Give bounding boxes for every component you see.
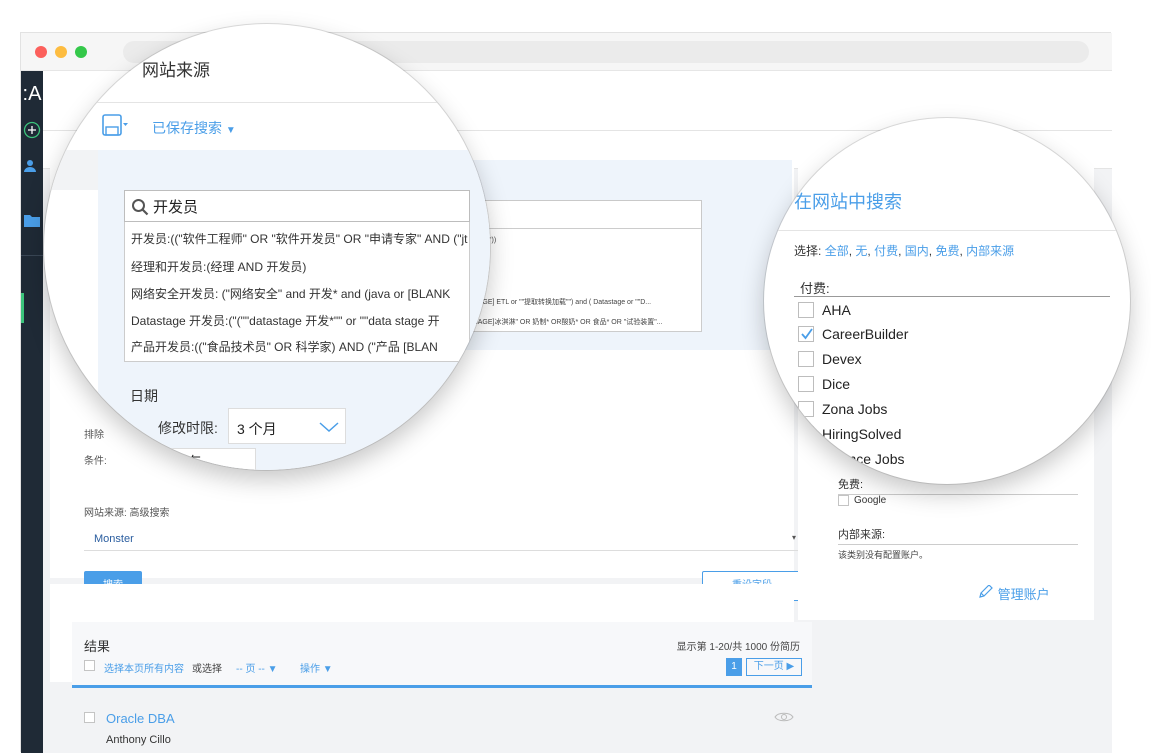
keyword-suggestions-background: avascript")) IN IMAGE] ETL or ""提取转换加载""… (460, 228, 702, 332)
chevron-down-icon (319, 422, 339, 432)
left-magnifier: ◌ 网站来源 已保存搜索 ▼ 开发员 开发员:(("软件工程师" OR "软件开… (44, 24, 490, 470)
select-filter-row: 选择: 全部, 无, 付费, 国内, 免费, 内部来源 (794, 244, 1015, 258)
date-heading: 日期 (130, 388, 158, 404)
minimize-window-icon[interactable] (55, 46, 67, 58)
select-paid-link[interactable]: 付费 (874, 244, 898, 258)
result-checkbox[interactable] (84, 712, 95, 723)
next-page-button[interactable]: 下一页 ▶ (746, 658, 802, 676)
title-divider (44, 102, 490, 103)
chevron-down-icon: ▾ (791, 533, 796, 542)
select-label: 选择: (794, 244, 822, 258)
site-checkbox-devex[interactable] (798, 351, 814, 367)
or-select-label: 或选择 (192, 664, 222, 675)
site-search-title: 在网站中搜索 (794, 192, 902, 212)
condition-value: 显示所有 (145, 454, 201, 470)
actions-menu[interactable]: 操作 ▼ (300, 660, 333, 675)
site-source-label: 网站来源: 高级搜索 (84, 508, 170, 519)
suggestion-item[interactable]: 产品开发员:(("食品技术员" OR 科学家) AND ("产品 [BLAN (131, 338, 438, 355)
current-page[interactable]: 1 (726, 658, 742, 676)
select-none-link[interactable]: 无 (855, 244, 867, 258)
suggestion-item[interactable]: Datastage 开发员:("(""datastage 开发*"" or ""… (131, 312, 440, 329)
suggestion-item[interactable]: 经理和开发员:(经理 AND 开发员) (131, 258, 306, 275)
site-label: AHA (822, 302, 851, 318)
select-domestic-link[interactable]: 国内 (905, 244, 929, 258)
results-header: 结果 选择本页所有内容 或选择 -- 页 -- ▼ 操作 ▼ 显示第 1-20/… (72, 622, 812, 688)
condition-select[interactable]: 显示所有 (136, 448, 256, 470)
page-option: -- 页 -- (236, 664, 265, 675)
modified-label: 修改时限: (158, 420, 218, 436)
app-sidebar: :A (21, 71, 43, 753)
select-all-checkbox[interactable] (84, 660, 95, 671)
site-checkbox-aha[interactable] (798, 302, 814, 318)
site-checkbox-dice[interactable] (798, 376, 814, 392)
modified-value: 3 个月 (237, 421, 277, 437)
results-range: 显示第 1-20/共 1000 份简历 (676, 642, 800, 653)
site-checkbox-rancejobs[interactable] (798, 451, 814, 467)
manage-accounts-label: 管理账户 (997, 587, 1050, 602)
manage-accounts-link[interactable]: 管理账户 (978, 584, 1050, 603)
google-label: Google (854, 495, 887, 506)
result-candidate-name: Anthony Cillo (106, 734, 171, 746)
keyword-search-input[interactable]: 开发员 (124, 190, 470, 222)
actions-label: 操作 (300, 664, 320, 675)
title-divider (764, 230, 1130, 231)
add-icon[interactable] (21, 121, 43, 142)
paid-divider (794, 296, 1110, 297)
select-all-link[interactable]: 全部 (825, 244, 849, 258)
internal-sources-heading: 内部来源: (838, 526, 1078, 545)
right-magnifier: 在网站中搜索 选择: 全部, 无, 付费, 国内, 免费, 内部来源 付费: A… (764, 118, 1130, 484)
users-icon[interactable] (21, 159, 43, 176)
keyword-suggestion-list: 开发员:(("软件工程师" OR "软件开发员" OR "申请专家" AND (… (124, 222, 470, 362)
select-internal-link[interactable]: 内部来源 (966, 244, 1014, 258)
search-icon (132, 199, 149, 216)
google-checkbox[interactable] (838, 495, 849, 506)
pencil-icon (979, 584, 993, 598)
site-label: CareerBuilder (822, 326, 909, 342)
page-title: 网站来源 (142, 61, 210, 80)
save-icon[interactable] (102, 114, 128, 143)
active-indicator (21, 293, 24, 323)
site-label: Devex (822, 351, 862, 367)
close-window-icon[interactable] (35, 46, 47, 58)
site-label: Dice (822, 376, 851, 392)
page-selector[interactable]: -- 页 -- ▼ (236, 660, 278, 675)
site-checkbox-zonajobs[interactable] (798, 401, 814, 417)
site-checkbox-hiringsolved[interactable] (798, 426, 814, 442)
result-title-link[interactable]: Oracle DBA (106, 711, 175, 726)
results-title: 结果 (84, 639, 111, 654)
keyword-value: 开发员 (153, 199, 199, 216)
site-label: HiringSolved (822, 426, 902, 442)
saved-search-dropdown[interactable]: 已保存搜索 ▼ (152, 118, 236, 138)
paid-heading: 付费: (800, 281, 830, 296)
eye-icon[interactable] (774, 710, 794, 728)
modified-select[interactable]: 3 个月 (228, 408, 346, 444)
sidebar-divider (21, 255, 43, 256)
maximize-window-icon[interactable] (75, 46, 87, 58)
site-label: rance Jobs (836, 451, 905, 467)
select-all-page-link[interactable]: 选择本页所有内容 (104, 660, 184, 675)
site-source-select[interactable]: Monster ▾ (84, 527, 802, 551)
suggest-partial: IN IMAGE]冰淇淋" OR 奶制* OR酸奶* OR 食品* OR "试验… (461, 319, 663, 326)
folder-icon[interactable] (21, 213, 43, 230)
site-checkbox-careerbuilder[interactable] (798, 326, 814, 342)
internal-empty-text: 该类别没有配置账户。 (838, 550, 929, 560)
checkmark-icon (801, 328, 813, 340)
suggestion-item[interactable]: 开发员:(("软件工程师" OR "软件开发员" OR "申请专家" AND (… (131, 230, 467, 247)
saved-search-label: 已保存搜索 (152, 120, 222, 136)
suggestion-item[interactable]: 网络安全开发员: ("网络安全" and 开发* and (java or [B… (131, 285, 450, 302)
keyword-textarea[interactable] (460, 200, 702, 230)
app-logo: :A (22, 83, 42, 105)
select-free-link[interactable]: 免费 (935, 244, 959, 258)
caret-down-icon: ▼ (225, 125, 236, 136)
site-label: Zona Jobs (822, 401, 888, 417)
back-icon[interactable]: ◌ (114, 58, 122, 74)
site-source-value: Monster (94, 533, 134, 545)
